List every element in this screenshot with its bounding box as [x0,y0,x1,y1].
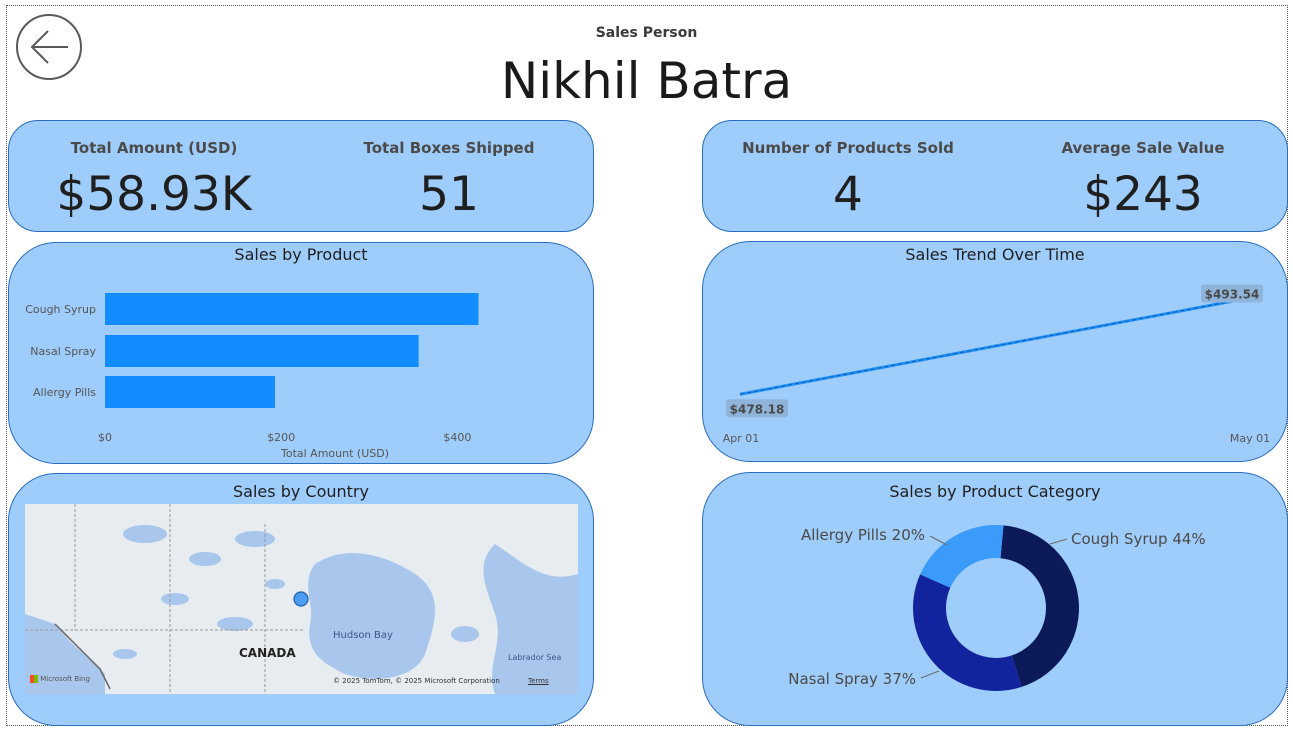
sales-by-category-card: Sales by Product Category Cough Syrup 44… [702,472,1288,726]
bar-x-tick: $0 [98,431,112,444]
map-label-country: CANADA [239,646,296,660]
bar-x-axis-label: Total Amount (USD) [280,447,389,460]
donut-slice-allergy-pills[interactable] [920,525,1004,588]
bar-allergy-pills[interactable] [105,376,276,408]
bar-category-label: Cough Syrup [25,303,96,316]
map-label-sea: Labrador Sea [508,653,562,662]
sales-trend-card: Sales Trend Over Time $478.18 $493.54 Apr … [702,241,1288,462]
trend-x-tick: Apr 01 [723,432,760,445]
trend-line-dash [739,297,1253,395]
donut-label: Allergy Pills 20% [801,526,925,544]
trend-data-label: $478.18 [730,402,785,416]
bar-nasal-spray[interactable] [105,335,419,367]
page-title: Nikhil Batra [500,52,793,110]
kpi-value-products-sold: 4 [833,167,863,222]
bar-x-tick: $200 [267,431,295,444]
kpi-label-products-sold: Number of Products Sold [742,139,954,157]
kpi-card-right: Number of Products Sold 4 Average Sale V… [702,120,1288,232]
map-label-bay: Hudson Bay [333,630,393,641]
map-data-point[interactable] [293,591,309,607]
bar-cough-syrup[interactable] [105,293,479,325]
donut-label: Nasal Spray 37% [788,670,916,688]
map-background [25,504,578,694]
donut-leader-line [929,535,948,546]
map-brand-label: Microsoft Bing [40,675,90,683]
donut-leader-line [1049,538,1068,545]
sales-by-country-title: Sales by Country [233,482,369,501]
donut-label: Cough Syrup 44% [1071,530,1206,548]
kpi-label-total-amount: Total Amount (USD) [70,139,238,157]
donut-leader-line [920,670,940,679]
sales-by-category-chart: Cough Syrup 44% Nasal Spray 37% Allergy Pi… [788,525,1206,691]
bar-category-label: Nasal Spray [30,345,96,358]
trend-x-tick: May 01 [1230,432,1270,445]
kpi-card-left: Total Amount (USD) $58.93K Total Boxes S… [8,120,594,232]
sales-by-product-chart: Total Amount (USD) Cough Syrup Nasal Spra… [25,293,479,460]
page-subtitle: Sales Person [595,25,698,41]
kpi-label-total-boxes: Total Boxes Shipped [363,139,535,157]
kpi-value-total-boxes: 51 [419,167,479,222]
kpi-label-average-sale: Average Sale Value [1061,139,1225,157]
bar-x-tick: $400 [443,431,471,444]
sales-map[interactable]: CANADA Hudson Bay Labrador Sea Microsoft… [25,504,578,694]
map-terms-link[interactable]: Terms [528,677,549,685]
bar-category-label: Allergy Pills [33,386,96,399]
kpi-value-average-sale: $243 [1083,167,1203,222]
sales-by-product-card: Sales by Product Total Amount (USD) Coug… [8,242,594,464]
trend-data-label: $493.54 [1205,287,1260,301]
map-copyright: © 2025 TomTom, © 2025 Microsoft Corporat… [333,677,500,685]
kpi-value-total-amount: $58.93K [56,167,252,222]
map-brand: Microsoft Bing [30,675,90,683]
microsoft-logo-icon [30,675,38,683]
sales-trend-chart: $478.18 $493.54 Apr 01 May 01 [723,284,1270,445]
donut-slice-nasal-spray[interactable] [913,574,1022,691]
